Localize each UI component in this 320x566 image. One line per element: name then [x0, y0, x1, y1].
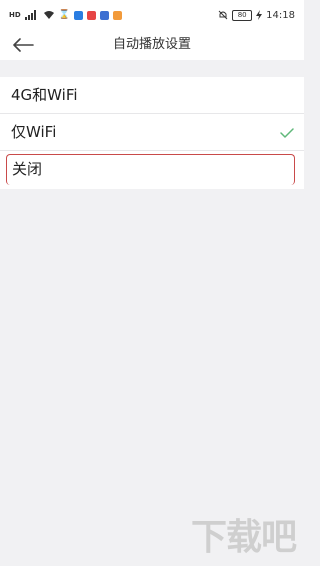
clock-time: 14:18	[266, 9, 295, 21]
signal-4g-icon	[24, 10, 36, 20]
wifi-icon	[43, 11, 54, 19]
option-4g-and-wifi[interactable]: 4G和WiFi	[0, 77, 304, 114]
watermark: 下载吧	[190, 508, 297, 560]
watermark-logo: 下载吧	[190, 517, 297, 558]
option-wifi-only[interactable]: 仅WiFi	[0, 114, 304, 151]
option-label: 仅WiFi	[11, 123, 57, 141]
back-button[interactable]	[10, 33, 36, 57]
arrow-left-icon	[13, 38, 34, 52]
app-icon-orange	[112, 10, 122, 20]
app-header: 自动播放设置	[0, 30, 304, 60]
status-bar: HD ⌛ 80 14:18	[0, 0, 304, 30]
hd-icon: HD	[9, 11, 21, 19]
autoplay-option-list: 4G和WiFi 仅WiFi 关闭	[0, 77, 304, 189]
option-label: 4G和WiFi	[11, 86, 78, 104]
highlight-wrapper: 关闭	[0, 151, 304, 189]
checkmark-icon	[280, 114, 294, 151]
hourglass-icon: ⌛	[58, 10, 70, 20]
charging-icon	[256, 10, 263, 20]
option-off[interactable]: 关闭	[6, 154, 295, 185]
app-icon-red	[86, 10, 96, 20]
app-icon-blue2	[99, 10, 109, 20]
page-title: 自动播放设置	[112, 37, 191, 52]
option-label: 关闭	[12, 160, 43, 178]
status-bar-right: 80 14:18	[218, 9, 295, 21]
battery-icon: 80	[232, 9, 253, 21]
app-icon-blue	[73, 10, 83, 20]
alarm-mute-icon	[218, 10, 228, 20]
status-bar-left: HD ⌛	[9, 10, 122, 20]
